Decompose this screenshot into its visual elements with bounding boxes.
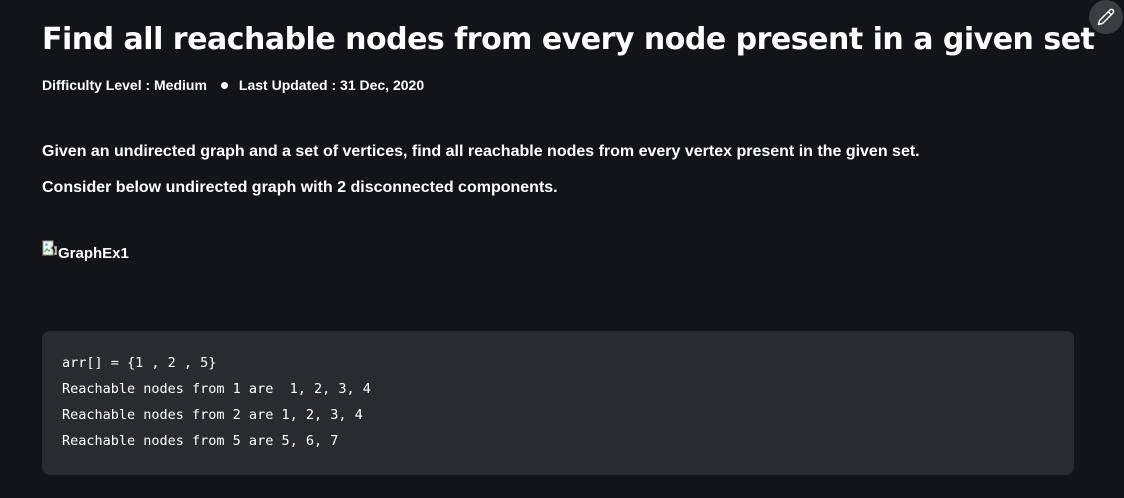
bullet-dot-icon (220, 81, 228, 89)
broken-image-icon (42, 239, 58, 256)
code-line: arr[] = {1 , 2 , 5} (62, 355, 217, 371)
graph-description-paragraph: Consider below undirected graph with 2 d… (42, 179, 558, 196)
code-block: arr[] = {1 , 2 , 5} Reachable nodes from… (42, 331, 1074, 475)
graph-image-placeholder: GraphEx1 (42, 239, 129, 262)
code-line: Reachable nodes from 2 are 1, 2, 3, 4 (62, 407, 363, 423)
pencil-icon (1097, 8, 1115, 26)
intro-paragraph: Given an undirected graph and a set of v… (42, 143, 920, 160)
article-title: Find all reachable nodes from every node… (42, 22, 1095, 57)
edit-button[interactable] (1089, 0, 1123, 34)
last-updated: Last Updated : 31 Dec, 2020 (238, 77, 425, 93)
code-line: Reachable nodes from 5 are 5, 6, 7 (62, 433, 339, 449)
article-meta: Difficulty Level : Medium Last Updated :… (42, 77, 424, 93)
code-line: Reachable nodes from 1 are 1, 2, 3, 4 (62, 381, 371, 397)
image-alt-text: GraphEx1 (58, 245, 129, 262)
difficulty-level: Difficulty Level : Medium (42, 77, 207, 93)
